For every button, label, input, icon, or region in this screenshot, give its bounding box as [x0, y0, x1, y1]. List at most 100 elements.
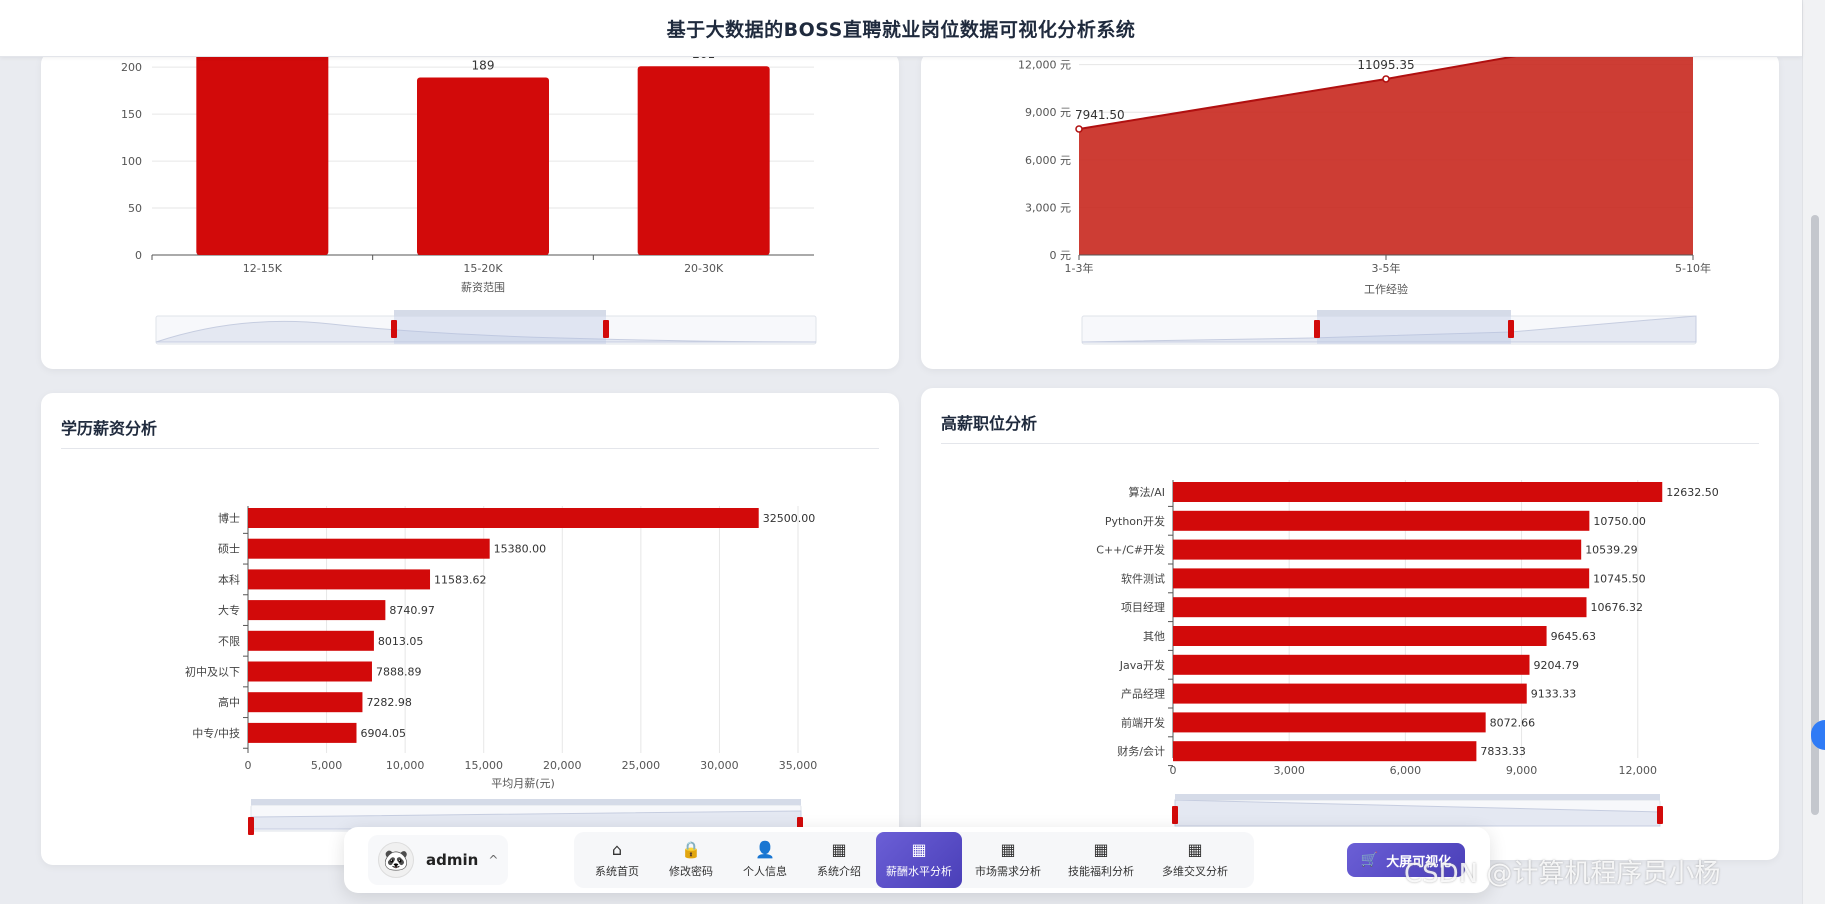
x-tick-label: 1-3年	[1065, 261, 1094, 275]
y-tick-label: C++/C#开发	[1096, 543, 1165, 557]
x-tick-label: 3-5年	[1372, 261, 1401, 275]
nav-item[interactable]: ▦ 市场需求分析	[962, 832, 1054, 888]
bar	[248, 600, 386, 621]
data-label: 32500.00	[763, 512, 816, 525]
zoom-window-bar	[1175, 794, 1660, 800]
nav-item[interactable]: 🔒 修改密码	[654, 832, 728, 888]
zoom-handle-left	[1172, 806, 1178, 824]
zoom-handle-right	[603, 320, 609, 338]
bar	[637, 66, 770, 255]
high-salary-card: 高薪职位分析 0 3,000 6,000 9,000 12,000 12632.50 算法/…	[921, 388, 1779, 860]
experience-card: 0 元 3,000 元 6,000 元 9,000 元 12,000 元 7941.50 1…	[921, 52, 1779, 369]
zoom-window-bar	[394, 310, 606, 316]
y-tick-label: 其他	[1143, 630, 1165, 643]
bar	[1173, 741, 1477, 762]
y-tick-label: 不限	[218, 635, 240, 648]
data-label: 10539.29	[1585, 544, 1638, 557]
high-salary-chart: 0 3,000 6,000 9,000 12,00012632.50算法/AI10750…	[1096, 480, 1719, 827]
bar	[1173, 539, 1582, 560]
zoom-handle-left	[248, 817, 254, 835]
education-salary-card: 学历薪资分析 0 5,000 10,000 15,000 20,000 25,000 30,…	[41, 393, 899, 865]
watermark: CSDN @计算机程序员小杨	[1404, 859, 1721, 889]
x-tick-label: 20,000	[543, 759, 582, 772]
bar	[1173, 568, 1590, 589]
user-name: admin	[426, 851, 479, 869]
bar	[248, 569, 431, 590]
x-tick-label: 5,000	[311, 759, 343, 772]
zoom-handle-right	[1657, 806, 1663, 824]
experience-chart: 0 元 3,000 元 6,000 元 9,000 元 12,000 元 7941.50 1…	[1018, 52, 1711, 345]
y-tick-label: 大专	[218, 603, 240, 617]
app-header: 基于大数据的BOSS直聘就业岗位数据可视化分析系统	[0, 0, 1802, 57]
x-tick-label: 20-30K	[684, 262, 724, 275]
y-tick-label: 前端开发	[1121, 715, 1165, 729]
zoom-handle-right	[1508, 320, 1514, 338]
x-tick-label: 12,000	[1619, 764, 1658, 777]
x-tick-label: 12-15K	[243, 262, 283, 275]
x-tick-label: 35,000	[779, 759, 818, 772]
bar	[1173, 654, 1530, 675]
data-label: 11583.62	[434, 573, 487, 586]
nav-menu: ⌂ 系统首页 🔒 修改密码 👤 个人信息 ▦ 系统介绍 ▦ 薪酬水平分析 ▦ 市场需求分析 ▦ 技能福利分…	[574, 832, 1254, 888]
y-tick-label: 100	[121, 155, 142, 168]
y-tick-label: 软件测试	[1121, 571, 1165, 585]
data-label: 7888.89	[376, 666, 422, 679]
nav-item[interactable]: ▦ 系统介绍	[802, 832, 876, 888]
y-tick-label: 3,000 元	[1025, 201, 1071, 214]
nav-item-label: 修改密码	[669, 865, 713, 878]
grid-icon: ▦	[1187, 840, 1203, 859]
y-tick-label: 硕士	[218, 543, 240, 556]
x-tick-label: 30,000	[700, 759, 739, 772]
bar	[248, 722, 357, 743]
x-tick-label: 25,000	[622, 759, 661, 772]
bar	[248, 630, 374, 651]
user-icon: 👤	[755, 840, 775, 859]
x-tick-label: 3,000	[1273, 764, 1305, 777]
x-tick-label: 15-20K	[463, 262, 503, 275]
data-point	[1382, 75, 1390, 83]
bar	[1173, 597, 1587, 618]
education-salary-chart: 0 5,000 10,000 15,000 20,000 25,000 30,000 35,0…	[185, 506, 818, 835]
nav-item[interactable]: ▦ 多维交叉分析	[1148, 832, 1242, 888]
data-point	[1075, 125, 1083, 133]
data-label: 10745.50	[1593, 572, 1646, 585]
cart-icon: 🛒	[1360, 852, 1379, 868]
y-tick-label: 150	[121, 108, 142, 121]
bar	[248, 538, 490, 559]
bar	[1173, 626, 1547, 646]
y-tick-label: 算法/AI	[1129, 485, 1165, 499]
grid-icon: ▦	[911, 840, 927, 859]
y-tick-label: 9,000 元	[1025, 106, 1071, 119]
nav-item[interactable]: ▦ 技能福利分析	[1054, 832, 1148, 888]
data-label: 9133.33	[1531, 688, 1577, 701]
y-tick-label: 0	[135, 249, 142, 262]
nav-item[interactable]: 👤 个人信息	[728, 832, 802, 888]
data-label: 6904.05	[360, 727, 406, 740]
bar	[248, 661, 372, 682]
nav-item[interactable]: ▦ 薪酬水平分析	[876, 832, 962, 888]
chevron-up-icon: ^	[488, 853, 499, 867]
page-title: 基于大数据的BOSS直聘就业岗位数据可视化分析系统	[666, 18, 1136, 41]
data-label: 11095.35	[1357, 58, 1414, 72]
data-label: 10676.32	[1590, 601, 1643, 614]
data-label: 8013.05	[378, 635, 424, 648]
x-tick-label: 0	[245, 759, 252, 772]
data-label: 15380.00	[494, 543, 546, 556]
y-tick-label: 产品经理	[1121, 687, 1165, 701]
x-tick-label: 6,000	[1390, 764, 1422, 777]
zoom-window	[1317, 316, 1511, 344]
bar	[1173, 482, 1663, 502]
data-label: 9204.79	[1534, 659, 1580, 672]
x-tick-label: 15,000	[464, 759, 503, 772]
y-tick-label: 50	[128, 202, 142, 215]
y-tick-label: 初中及以下	[185, 665, 240, 679]
nav-item-label: 多维交叉分析	[1162, 865, 1228, 878]
nav-item[interactable]: ⌂ 系统首页	[580, 832, 654, 888]
user-menu[interactable]: 🐼 admin ^	[368, 835, 508, 885]
x-tick-label: 10,000	[386, 759, 425, 772]
x-tick-label: 5-10年	[1675, 261, 1711, 275]
avatar: 🐼	[378, 842, 414, 878]
page-scrollbar[interactable]	[1802, 0, 1825, 904]
bar	[1173, 712, 1486, 733]
y-tick-label: 财务/会计	[1117, 744, 1165, 758]
